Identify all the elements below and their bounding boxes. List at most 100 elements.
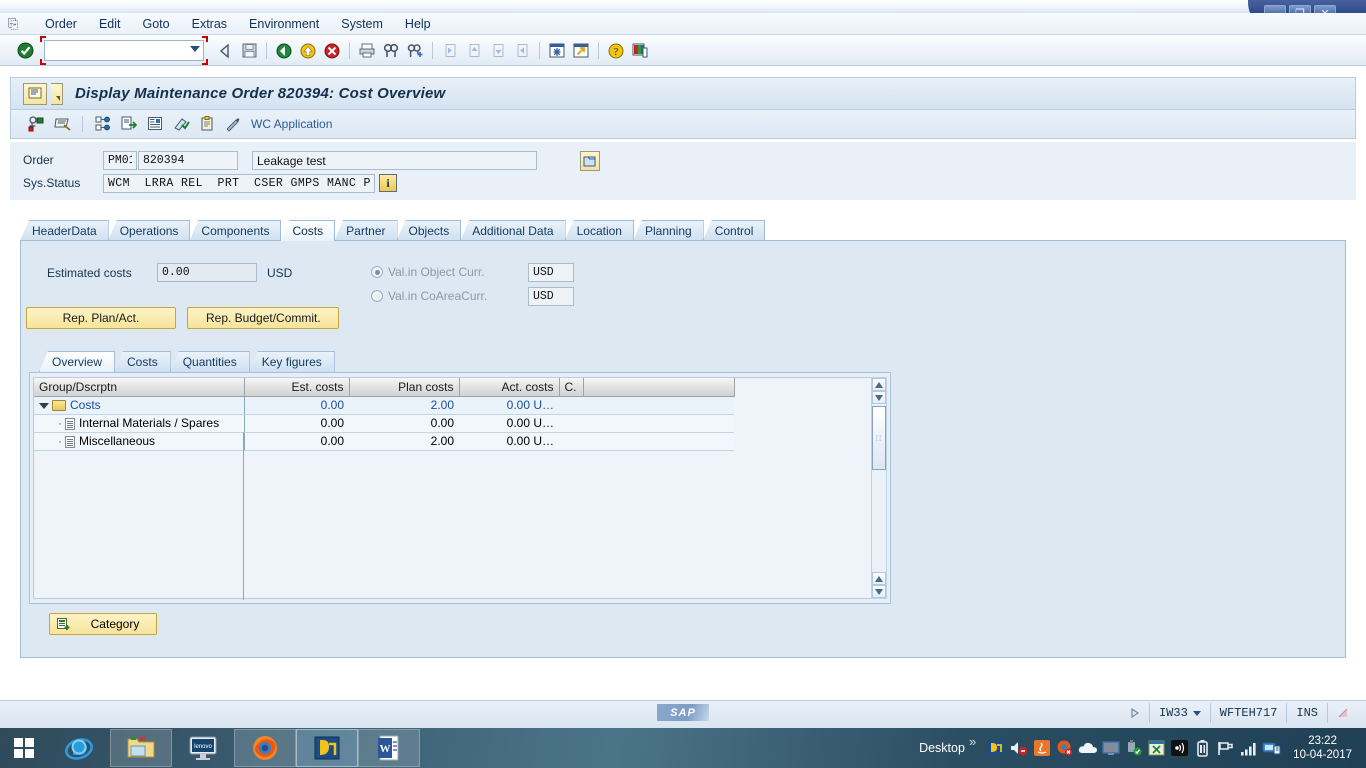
export-icon[interactable] [118, 113, 140, 135]
column-header-est-costs[interactable]: Est. costs [244, 378, 350, 397]
display-icon[interactable] [1099, 728, 1122, 768]
valuation-object-currency-row[interactable]: Val.in Object Curr. [371, 261, 574, 283]
firefox-tray-icon[interactable] [1053, 728, 1076, 768]
tab-operations[interactable]: Operations [107, 220, 191, 241]
cell-group-name[interactable]: Costs [34, 396, 245, 415]
menu-goto[interactable]: Goto [132, 15, 181, 33]
tab-objects[interactable]: Objects [396, 220, 462, 241]
find-next-icon[interactable] [404, 40, 426, 62]
tab-control[interactable]: Control [702, 220, 766, 241]
start-button[interactable] [0, 728, 48, 768]
expand-collapse-icon[interactable] [39, 402, 49, 409]
safely-remove-hardware-icon[interactable] [1122, 728, 1145, 768]
clipboard-icon[interactable] [196, 113, 218, 135]
excel-tray-icon[interactable] [1145, 728, 1168, 768]
order-number-field[interactable] [138, 151, 238, 170]
tab-additional-data[interactable]: Additional Data [460, 220, 566, 241]
status-info-icon[interactable]: i [379, 174, 397, 192]
rep-plan-act-button[interactable]: Rep. Plan/Act. [26, 307, 176, 329]
previous-page-icon[interactable] [463, 40, 485, 62]
menu-extras[interactable]: Extras [181, 15, 238, 33]
session-icon[interactable]: ⎘ [8, 16, 28, 32]
subtab-overview[interactable]: Overview [39, 351, 116, 372]
cancel-red-icon[interactable] [321, 40, 343, 62]
subtab-costs[interactable]: Costs [114, 351, 171, 372]
taskbar-item-firefox[interactable] [234, 729, 296, 767]
help-icon[interactable]: ? [605, 40, 627, 62]
new-session-icon[interactable] [546, 40, 568, 62]
category-button[interactable]: Category [49, 613, 157, 635]
transaction-icon[interactable] [23, 82, 47, 105]
long-text-icon[interactable] [144, 113, 166, 135]
menu-system[interactable]: System [330, 15, 394, 33]
attachment-icon[interactable] [580, 151, 600, 171]
onedrive-cloud-icon[interactable] [1076, 728, 1099, 768]
tray-overflow-icon[interactable]: » [969, 734, 984, 749]
table-vertical-scrollbar[interactable]: ⁞⁞ [871, 377, 887, 599]
valuation-coarea-currency-row[interactable]: Val.in CoAreaCurr. [371, 285, 574, 307]
scrollbar-thumb[interactable]: ⁞⁞ [872, 406, 886, 470]
tab-planning[interactable]: Planning [632, 220, 704, 241]
menu-order[interactable]: Order [34, 15, 88, 33]
back-arrow-icon[interactable] [214, 40, 236, 62]
wireless-radio-icon[interactable] [1168, 728, 1191, 768]
estimated-costs-field[interactable] [157, 263, 257, 282]
resize-grip-icon[interactable] [1327, 703, 1360, 723]
scroll-up-bottom-button[interactable] [872, 572, 886, 585]
object-currency-field[interactable] [528, 262, 574, 282]
status-transaction-dropdown-icon[interactable] [1192, 710, 1201, 716]
scroll-down-bottom-button[interactable] [872, 585, 886, 598]
taskbar-item-file-explorer[interactable] [110, 729, 172, 767]
cell-group-name[interactable]: · Internal Materials / Spares [34, 414, 245, 433]
wc-application-label[interactable]: WC Application [251, 117, 332, 131]
customize-layout-icon[interactable] [629, 40, 651, 62]
status-transaction[interactable]: IW33 [1148, 703, 1210, 723]
coarea-currency-field[interactable] [528, 286, 574, 306]
subtab-key-figures[interactable]: Key figures [248, 351, 335, 372]
menu-environment[interactable]: Environment [238, 15, 330, 33]
column-header-currency[interactable]: C. [559, 378, 584, 397]
show-desktop-label[interactable]: Desktop [919, 741, 969, 755]
first-page-icon[interactable] [439, 40, 461, 62]
column-header-group[interactable]: Group/Dscrptn [34, 378, 245, 397]
wc-application-icon[interactable] [222, 113, 244, 135]
taskbar-item-sap-logon[interactable] [296, 729, 358, 767]
create-shortcut-icon[interactable] [570, 40, 592, 62]
command-field[interactable] [44, 40, 204, 61]
radio-object-currency-icon[interactable] [371, 266, 383, 278]
cell-group-name[interactable]: · Miscellaneous [34, 432, 245, 451]
next-page-icon[interactable] [487, 40, 509, 62]
status-expand-icon[interactable] [1122, 703, 1149, 723]
column-header-plan-costs[interactable]: Plan costs [349, 378, 460, 397]
rep-budget-commit-button[interactable]: Rep. Budget/Commit. [187, 307, 340, 329]
action-center-flag-icon[interactable] [1214, 728, 1237, 768]
column-header-act-costs[interactable]: Act. costs [459, 378, 560, 397]
order-type-field[interactable] [103, 151, 137, 170]
battery-icon[interactable] [1191, 728, 1214, 768]
scroll-down-top-button[interactable] [872, 391, 886, 404]
table-row[interactable]: Costs 0.00 2.00 0.00 U… [34, 396, 734, 415]
java-icon[interactable] [1030, 728, 1053, 768]
taskbar-clock[interactable]: 23:22 10-04-2017 [1283, 734, 1360, 762]
command-field-dropdown-icon[interactable] [190, 46, 200, 52]
last-page-icon[interactable] [511, 40, 533, 62]
tab-partner[interactable]: Partner [334, 220, 398, 241]
goto-order-icon[interactable] [51, 113, 73, 135]
menu-help[interactable]: Help [394, 15, 442, 33]
documents-icon[interactable] [170, 113, 192, 135]
taskbar-item-lenovo-monitor[interactable]: lenovo [172, 729, 234, 767]
find-icon[interactable] [380, 40, 402, 62]
radio-coarea-currency-icon[interactable] [371, 290, 383, 302]
order-list-icon[interactable] [25, 113, 47, 135]
save-icon[interactable] [238, 40, 260, 62]
taskbar-item-internet-explorer[interactable] [48, 729, 110, 767]
order-description-field[interactable] [252, 151, 537, 170]
hierarchy-icon[interactable] [92, 113, 114, 135]
tab-headerdata[interactable]: HeaderData [20, 220, 109, 241]
enter-check-icon[interactable] [14, 40, 36, 62]
table-row[interactable]: · Miscellaneous 0.00 2.00 0.00 U… [34, 432, 734, 451]
network-icon[interactable] [1260, 728, 1283, 768]
tab-location[interactable]: Location [564, 220, 634, 241]
taskbar-item-microsoft-word[interactable]: W [358, 729, 420, 767]
volume-muted-icon[interactable] [1007, 728, 1030, 768]
